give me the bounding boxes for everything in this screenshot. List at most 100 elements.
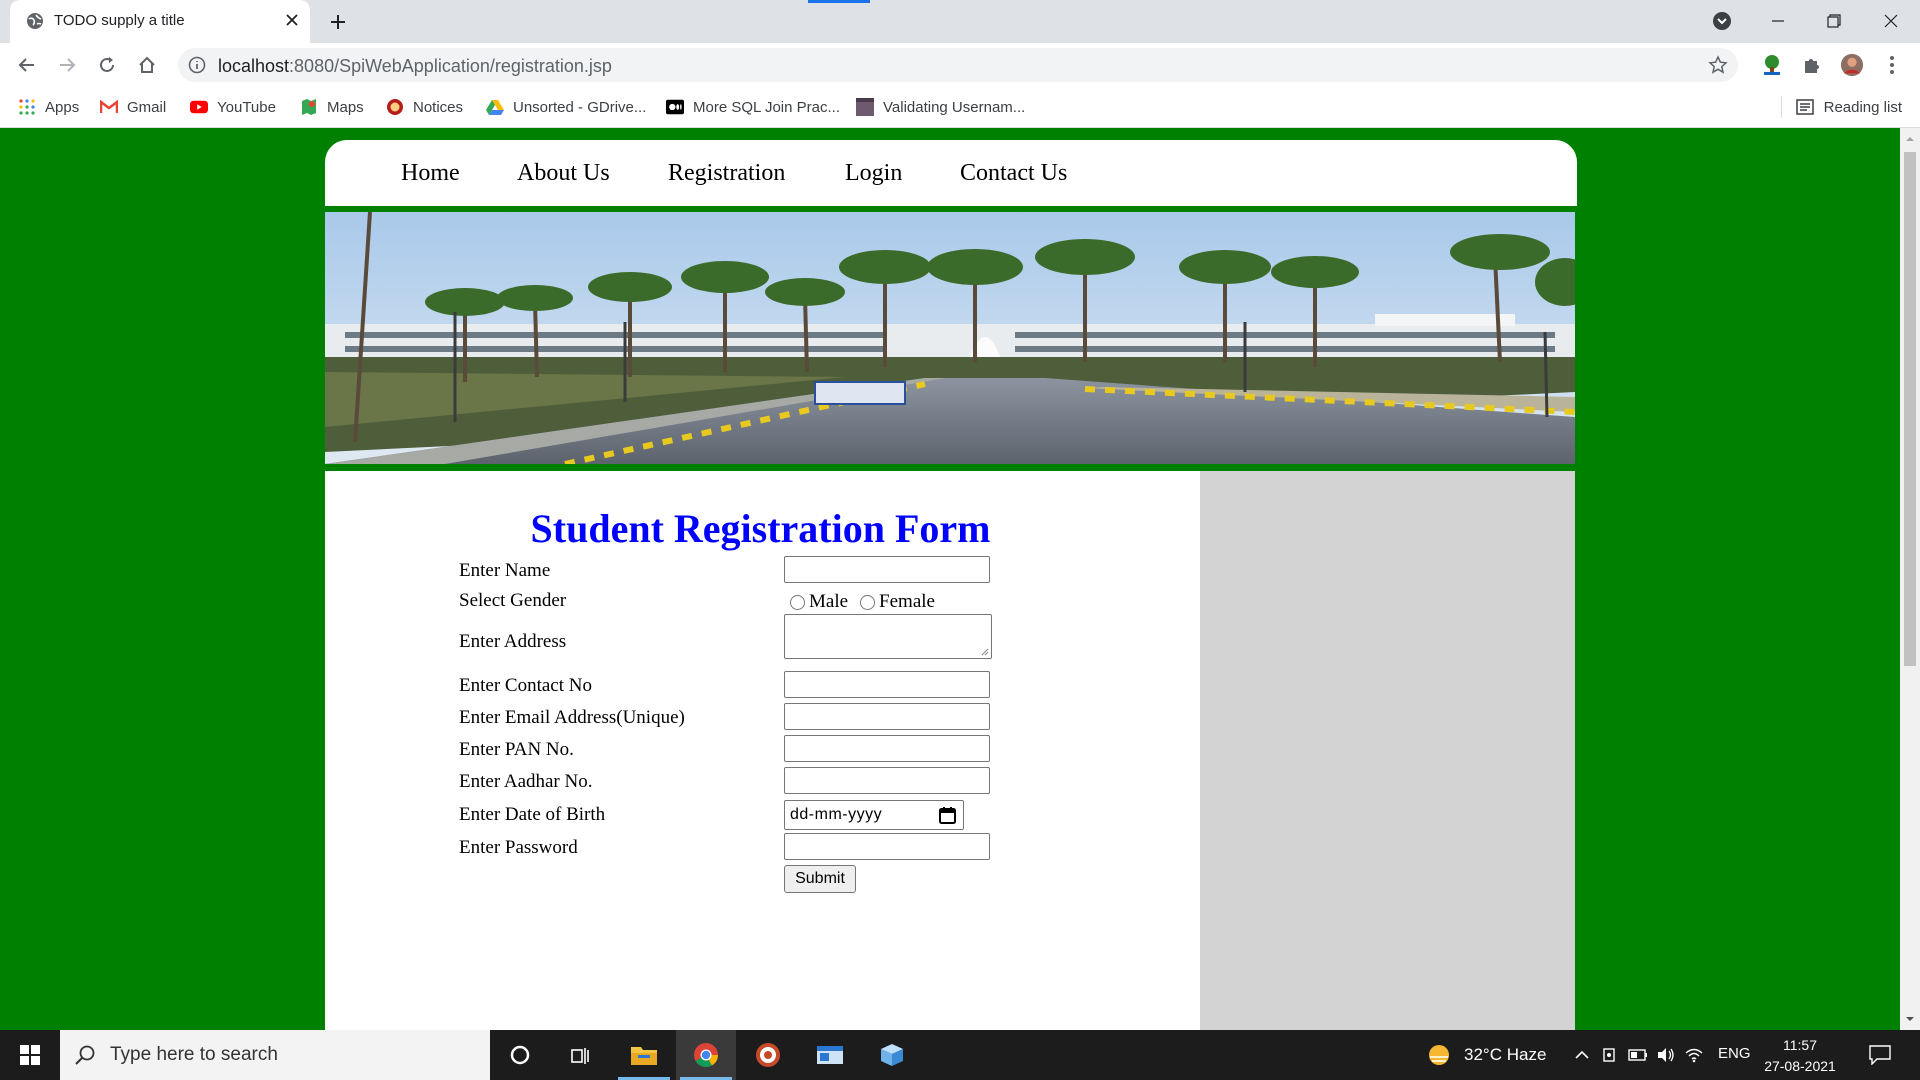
pan-label: Enter PAN No.	[459, 739, 574, 760]
dob-date-input[interactable]: dd-mm-yyyy	[784, 800, 964, 830]
bookmark-label: YouTube	[217, 98, 276, 116]
clock-time: 11:57	[1783, 1037, 1817, 1053]
bookmark-sql-join[interactable]: More SQL Join Prac...	[666, 96, 840, 118]
contact-label: Enter Contact No	[459, 675, 592, 696]
cortana-icon	[510, 1045, 530, 1065]
scrollbar-thumb[interactable]	[1904, 152, 1916, 666]
male-radio[interactable]	[790, 594, 805, 610]
extensions-puzzle-icon[interactable]	[1800, 53, 1824, 77]
bookmark-gdrive[interactable]: Unsorted - GDrive...	[486, 96, 646, 118]
file-explorer-button[interactable]	[614, 1030, 674, 1080]
bookmark-label: More SQL Join Prac...	[693, 98, 840, 116]
home-icon[interactable]	[134, 52, 160, 78]
3d-box-icon	[881, 1044, 903, 1066]
minimize-icon[interactable]	[1762, 6, 1794, 36]
aadhar-input[interactable]	[784, 767, 990, 794]
chrome-button[interactable]	[676, 1030, 736, 1080]
folder-icon	[631, 1047, 657, 1065]
taskbar-clock[interactable]: 11:57 27-08-2021	[1752, 1035, 1848, 1077]
resize-grip-icon[interactable]	[981, 648, 989, 656]
dob-placeholder: dd-mm-yyyy	[790, 806, 883, 823]
page-title: Student Registration Form	[325, 505, 1200, 552]
info-icon[interactable]	[188, 56, 206, 74]
menu-registration[interactable]: Registration	[668, 160, 785, 187]
dob-label: Enter Date of Birth	[459, 804, 606, 825]
search-icon	[75, 1045, 95, 1065]
reload-icon[interactable]	[94, 52, 120, 78]
back-icon[interactable]	[14, 52, 40, 78]
tab-title: TODO supply a title	[54, 12, 185, 29]
main-menu: Home About Us Registration Login Contact…	[325, 140, 1577, 206]
password-label: Enter Password	[459, 837, 578, 858]
close-window-icon[interactable]	[1875, 6, 1907, 36]
bookmark-apps[interactable]: Apps	[18, 96, 79, 118]
bookmark-star-icon[interactable]	[1708, 55, 1728, 75]
battery-icon[interactable]	[1628, 1045, 1648, 1065]
menu-contact-us[interactable]: Contact Us	[960, 160, 1067, 187]
menu-login[interactable]: Login	[845, 160, 902, 187]
box-app-button[interactable]	[862, 1030, 922, 1080]
address-textarea[interactable]	[784, 614, 992, 659]
name-input[interactable]	[784, 556, 990, 583]
password-input[interactable]	[784, 833, 990, 860]
wifi-icon[interactable]	[1684, 1045, 1704, 1065]
bookmark-youtube[interactable]: YouTube	[190, 96, 276, 118]
mail-app-icon	[817, 1046, 843, 1064]
volume-icon[interactable]	[1656, 1045, 1676, 1065]
forward-icon[interactable]	[54, 52, 80, 78]
start-button[interactable]	[0, 1030, 60, 1080]
weather-text[interactable]: 32°C Haze	[1464, 1045, 1546, 1065]
new-tab-icon[interactable]	[324, 8, 352, 36]
page-container: Home About Us Registration Login Contact…	[325, 140, 1577, 1030]
scroll-down-arrow-icon[interactable]	[1905, 1014, 1915, 1024]
outlook-button[interactable]	[800, 1030, 860, 1080]
form-title-text: Student Registration Form	[530, 506, 991, 551]
female-radio[interactable]	[860, 594, 876, 610]
profile-avatar-icon[interactable]	[1840, 53, 1864, 77]
bookmark-label: Apps	[45, 98, 80, 116]
meet-now-icon[interactable]	[1600, 1045, 1620, 1065]
notifications-icon[interactable]	[1868, 1043, 1892, 1067]
media-app-button[interactable]	[738, 1030, 798, 1080]
bookmarks-bar: Apps Gmail YouTube Maps Notices Unsorted…	[0, 87, 1920, 128]
taskbar-search[interactable]: Type here to search	[60, 1030, 490, 1080]
more-menu-icon[interactable]	[1880, 53, 1904, 77]
vertical-scrollbar[interactable]	[1900, 128, 1920, 1030]
bookmark-notices[interactable]: Notices	[386, 96, 463, 118]
scroll-up-arrow-icon[interactable]	[1905, 134, 1915, 144]
submit-button[interactable]: Submit	[784, 865, 856, 893]
gdrive-icon	[486, 98, 504, 116]
reading-list[interactable]: Reading list	[1780, 96, 1902, 118]
contact-input[interactable]	[784, 671, 990, 698]
address-bar[interactable]: localhost:8080/SpiWebApplication/registr…	[178, 48, 1738, 82]
task-view-button[interactable]	[550, 1030, 610, 1080]
url-path: :8080/SpiWebApplication/registration.jsp	[289, 56, 612, 76]
browser-toolbar: localhost:8080/SpiWebApplication/registr…	[0, 43, 1920, 87]
menu-home[interactable]: Home	[401, 160, 460, 187]
search-placeholder: Type here to search	[110, 1044, 278, 1065]
chevron-up-icon[interactable]	[1572, 1045, 1592, 1065]
male-label: Male	[809, 591, 849, 612]
email-input[interactable]	[784, 703, 990, 730]
menu-about-us[interactable]: About Us	[517, 160, 610, 187]
bookmark-label: Notices	[413, 98, 464, 116]
close-tab-icon[interactable]	[280, 8, 304, 32]
weather-haze-icon[interactable]	[1426, 1042, 1452, 1068]
chrome-icon	[694, 1043, 718, 1068]
pan-input[interactable]	[784, 735, 990, 762]
restore-icon[interactable]	[1818, 6, 1850, 36]
browser-tab[interactable]: TODO supply a title	[10, 0, 310, 43]
tree-extension-icon[interactable]	[1760, 53, 1784, 77]
bookmark-label: Validating Usernam...	[883, 98, 1026, 116]
bookmark-maps[interactable]: Maps	[300, 96, 364, 118]
tab-search-icon[interactable]	[1706, 6, 1738, 36]
calendar-icon[interactable]	[938, 806, 957, 825]
bookmark-label: Unsorted - GDrive...	[513, 98, 647, 116]
task-view-icon	[571, 1048, 589, 1064]
bookmark-gmail[interactable]: Gmail	[100, 96, 166, 118]
language-indicator[interactable]: ENG	[1718, 1045, 1751, 1062]
notices-icon	[386, 98, 404, 116]
maps-icon	[300, 98, 318, 116]
cortana-button[interactable]	[490, 1030, 550, 1080]
bookmark-validating[interactable]: Validating Usernam...	[856, 96, 1025, 118]
